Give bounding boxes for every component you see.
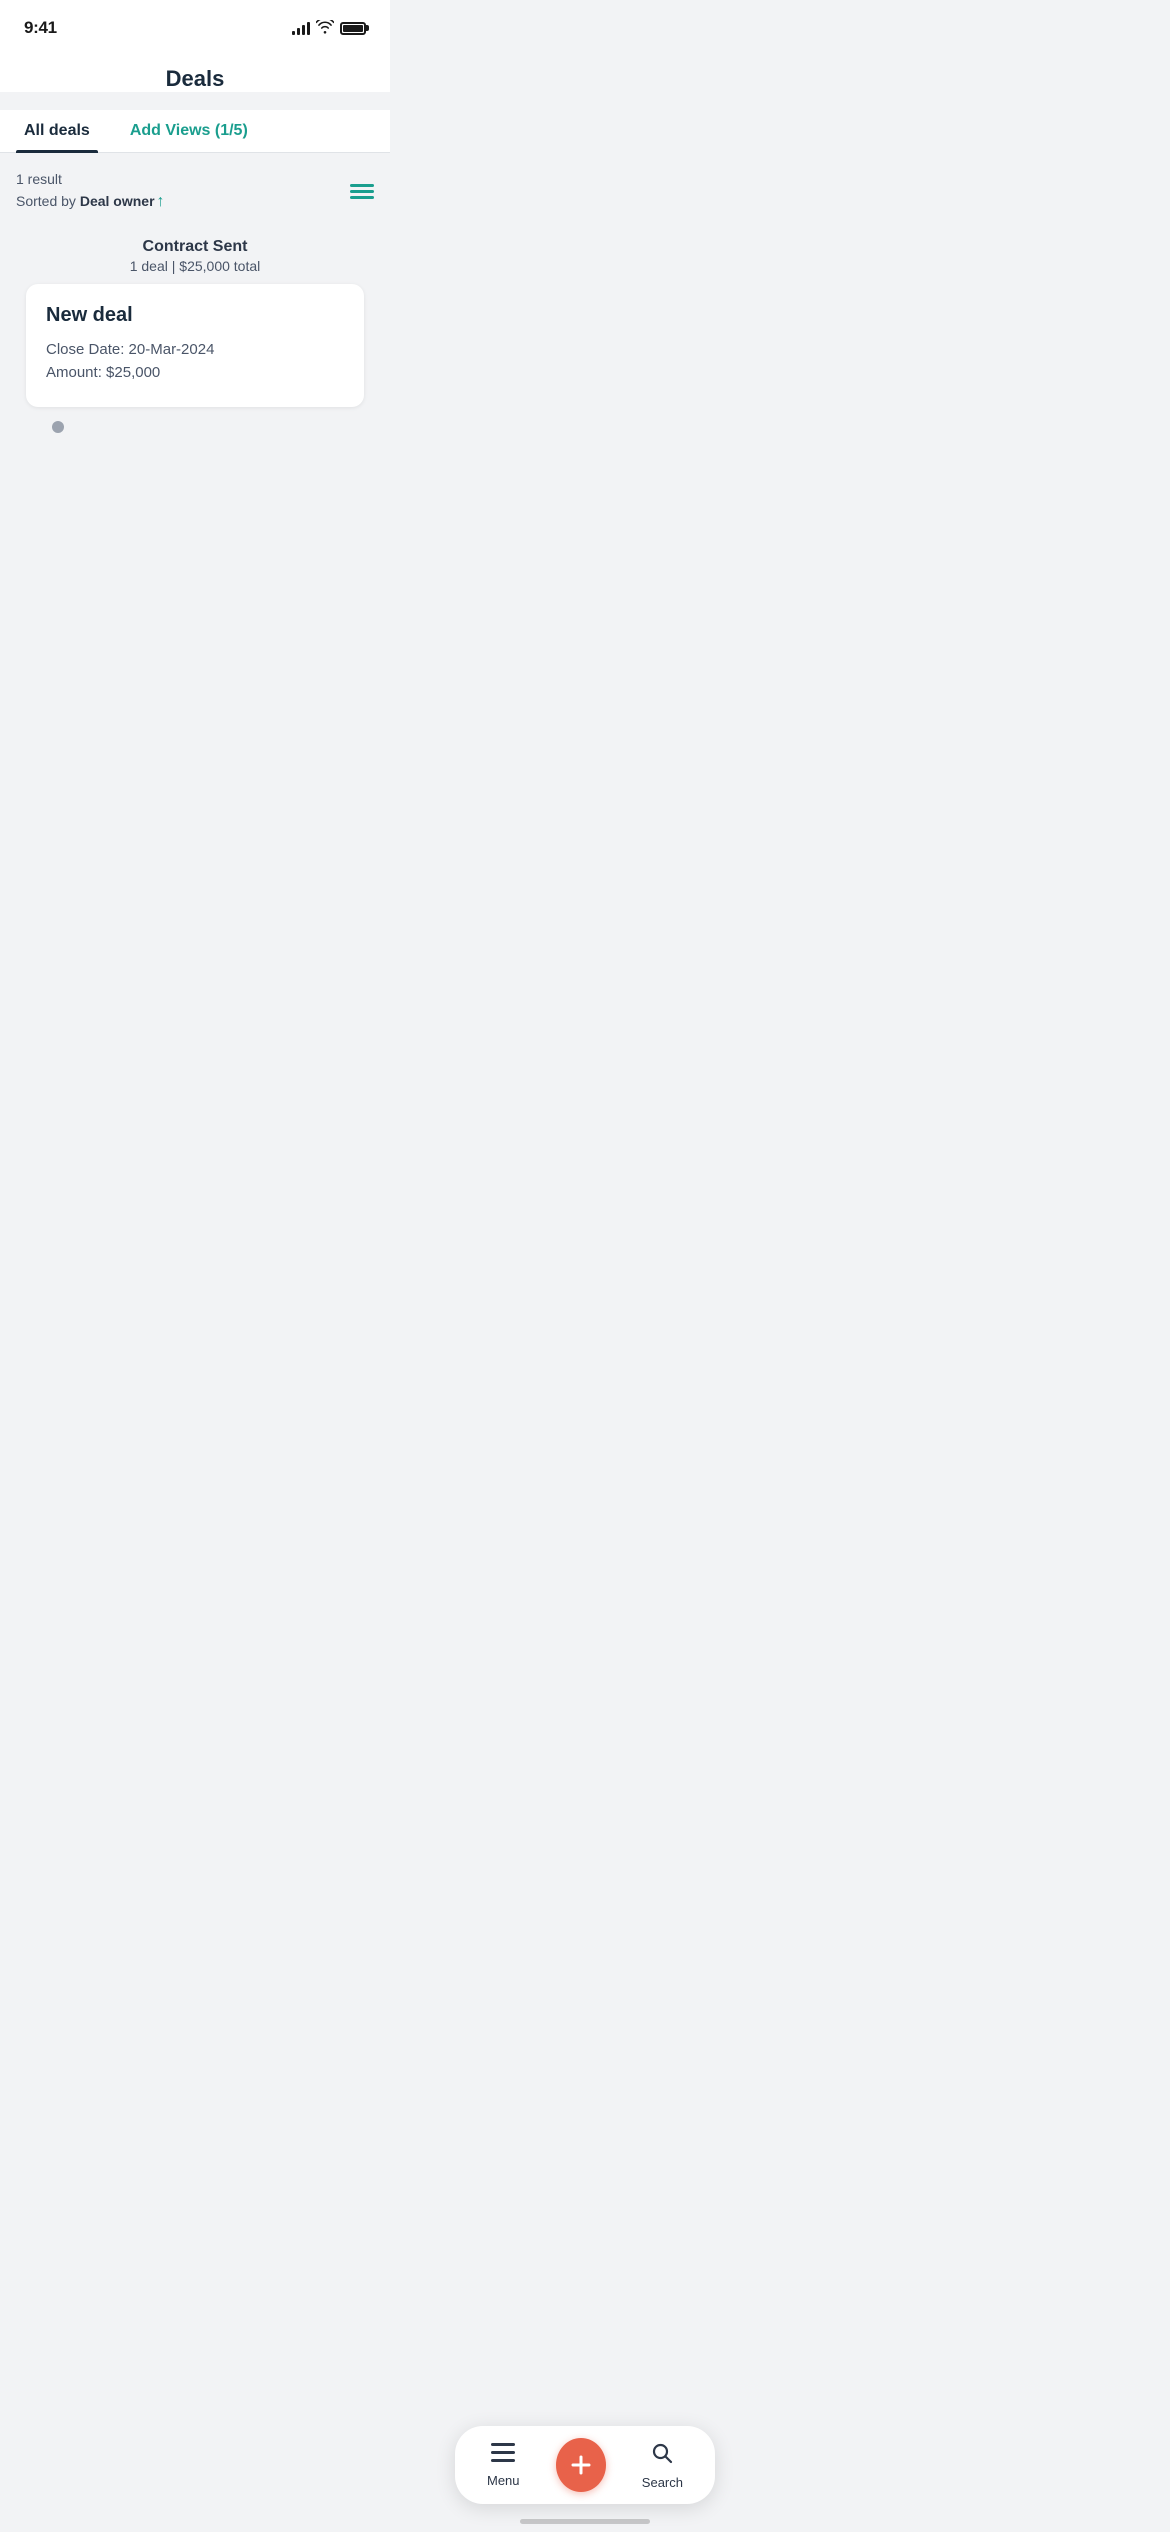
tab-all-deals[interactable]: All deals (16, 110, 98, 152)
stage-header: Contract Sent 1 deal | $25,000 total (0, 226, 390, 284)
list-view-toggle[interactable] (350, 184, 374, 199)
page-header: Deals (0, 50, 390, 92)
sort-info: Sorted by Deal owner↑ (16, 190, 165, 214)
tabs-bar: All deals Add Views (1/5) (0, 110, 390, 153)
search-icon (650, 2441, 674, 2471)
menu-icon (491, 2443, 515, 2469)
content-area: Contract Sent 1 deal | $25,000 total New… (0, 226, 390, 726)
stage-group: Contract Sent 1 deal | $25,000 total New… (0, 226, 390, 449)
tab-add-views[interactable]: Add Views (1/5) (122, 110, 256, 152)
results-count: 1 result (16, 169, 165, 190)
battery-icon (340, 22, 366, 35)
stage-meta: 1 deal | $25,000 total (16, 258, 374, 274)
results-info: 1 result Sorted by Deal owner↑ (16, 169, 165, 214)
menu-label: Menu (487, 2473, 520, 2488)
carousel-dot (52, 421, 64, 433)
page-title: Deals (16, 66, 374, 92)
deal-amount: Amount: $25,000 (46, 364, 344, 381)
status-bar: 9:41 (0, 0, 390, 50)
signal-icon (292, 21, 310, 35)
bottom-nav: Menu Search (455, 2426, 715, 2504)
search-nav-item[interactable]: Search (642, 2441, 683, 2490)
home-indicator (520, 2519, 650, 2524)
wifi-icon (316, 20, 334, 37)
add-button[interactable] (556, 2438, 606, 2492)
menu-nav-item[interactable]: Menu (487, 2443, 520, 2488)
sort-prefix: Sorted by (16, 193, 80, 209)
deal-card[interactable]: New deal Close Date: 20-Mar-2024 Amount:… (26, 284, 364, 407)
status-icons (292, 20, 366, 37)
deal-name: New deal (46, 304, 344, 327)
deals-carousel: New deal Close Date: 20-Mar-2024 Amount:… (0, 284, 390, 407)
stage-name: Contract Sent (16, 238, 374, 256)
results-bar: 1 result Sorted by Deal owner↑ (0, 153, 390, 226)
deal-close-date: Close Date: 20-Mar-2024 (46, 341, 344, 358)
status-time: 9:41 (24, 18, 57, 38)
search-label: Search (642, 2475, 683, 2490)
sort-field: Deal owner (80, 193, 155, 209)
sort-direction-icon: ↑ (157, 190, 165, 214)
